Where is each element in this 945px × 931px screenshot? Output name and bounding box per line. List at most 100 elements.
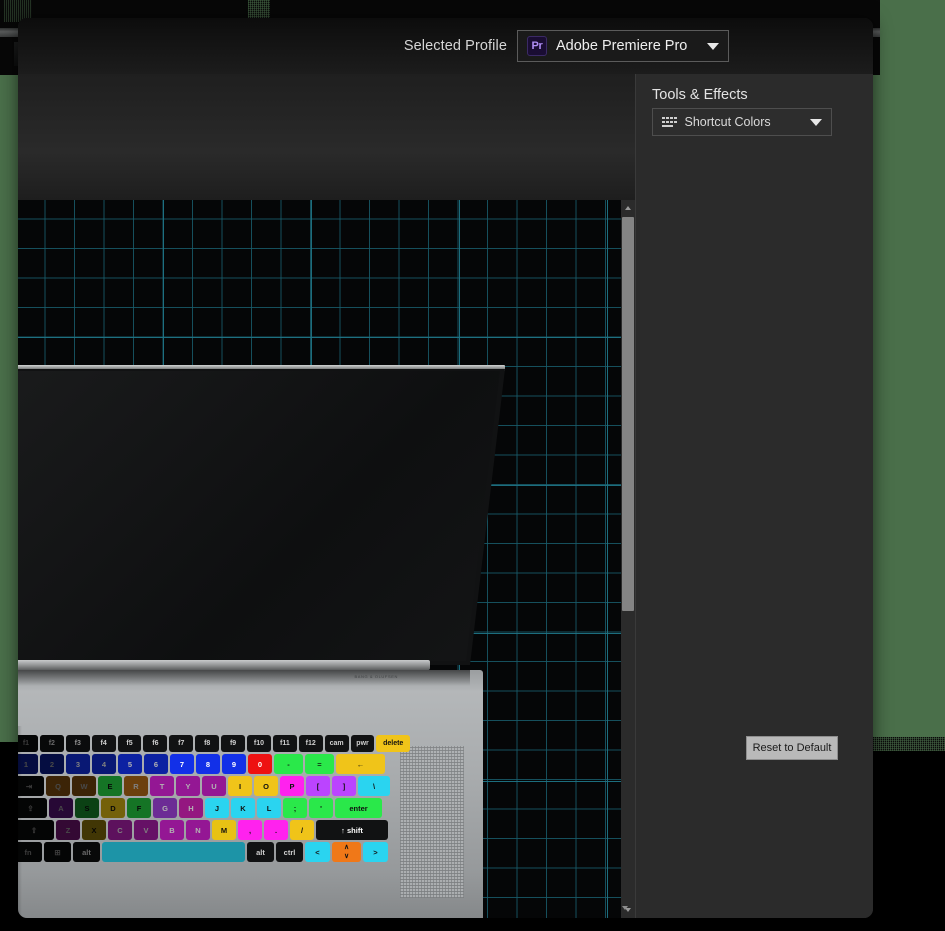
profile-selector-group: Selected Profile Pr Adobe Premiere Pro (404, 30, 729, 62)
canvas-vertical-scrollbar[interactable] (621, 200, 635, 918)
key-alt[interactable]: alt (247, 842, 274, 862)
key-5[interactable]: 5 (118, 754, 142, 774)
scroll-up-arrow-icon[interactable] (621, 200, 635, 216)
key-3[interactable]: 3 (66, 754, 90, 774)
key-pwr[interactable]: pwr (350, 735, 375, 752)
key-2[interactable]: 2 (40, 754, 64, 774)
key-7[interactable]: 7 (170, 754, 194, 774)
key-9[interactable]: 9 (222, 754, 246, 774)
key-a[interactable]: A (49, 798, 73, 818)
laptop-render: BANG & OLUFSEN f1f2f3f4f5f6f7f8f9f10f11f… (18, 256, 505, 918)
key-enter[interactable]: enter (335, 798, 382, 818)
key-z[interactable]: Z (56, 820, 80, 840)
key-space[interactable]: ⊞ (44, 842, 71, 862)
profile-dropdown-value: Adobe Premiere Pro (556, 38, 688, 54)
key-d[interactable]: D (101, 798, 125, 818)
key-delete[interactable]: delete (376, 735, 410, 752)
key-f8[interactable]: f8 (195, 735, 220, 752)
key-n[interactable]: N (186, 820, 210, 840)
key-l[interactable]: L (257, 798, 281, 818)
key-m[interactable]: M (212, 820, 236, 840)
key-ctrl[interactable]: ctrl (276, 842, 303, 862)
premiere-pro-icon: Pr (527, 36, 547, 56)
key-space[interactable]: \ (358, 776, 390, 796)
key-space[interactable]: / (290, 820, 314, 840)
keyboard-icon (662, 116, 677, 128)
reset-to-default-button[interactable]: Reset to Default (746, 736, 838, 760)
key-c[interactable]: C (108, 820, 132, 840)
key-space[interactable]: ' (309, 798, 333, 818)
key-6[interactable]: 6 (144, 754, 168, 774)
shortcut-colors-dropdown[interactable]: Shortcut Colors (652, 108, 832, 136)
key-space[interactable]: ← (336, 754, 385, 774)
key-t[interactable]: T (150, 776, 174, 796)
key-f1[interactable]: f1 (18, 735, 38, 752)
key-f12[interactable]: f12 (298, 735, 323, 752)
key-f2[interactable]: f2 (39, 735, 64, 752)
key-k[interactable]: K (231, 798, 255, 818)
keyboard-row-zxcv-row: ⇧ Z X C V B N M,. / ↑ shift (18, 820, 410, 840)
scrollbar-thumb[interactable] (622, 217, 634, 611)
horizontal-scroll-arrow-icon[interactable] (621, 904, 629, 914)
key-space[interactable] (102, 842, 245, 862)
key-space[interactable]: ; (283, 798, 307, 818)
key-w[interactable]: W (72, 776, 96, 796)
key-e[interactable]: E (98, 776, 122, 796)
key-space[interactable]: ∧ ∨ (332, 842, 361, 862)
key-alt[interactable]: alt (73, 842, 100, 862)
shortcut-colors-value: Shortcut Colors (684, 115, 771, 129)
key-f[interactable]: F (127, 798, 151, 818)
panel-bottom-strip (636, 902, 873, 918)
key-space[interactable]: . (264, 820, 288, 840)
key-j[interactable]: J (205, 798, 229, 818)
key-space[interactable]: ⇧ (18, 820, 54, 840)
key-4[interactable]: 4 (92, 754, 116, 774)
panel-title: Tools & Effects (652, 87, 748, 103)
key-o[interactable]: O (254, 776, 278, 796)
key-f10[interactable]: f10 (247, 735, 271, 752)
chevron-down-icon (810, 118, 822, 126)
key-v[interactable]: V (134, 820, 158, 840)
keyboard-row-home-row: ⇪ A S D F G H J K L; ' enter (18, 798, 410, 818)
key-f6[interactable]: f6 (143, 735, 168, 752)
key-space[interactable]: ] (332, 776, 356, 796)
key-g[interactable]: G (153, 798, 177, 818)
key-1[interactable]: 1 (18, 754, 38, 774)
key-space[interactable]: > (363, 842, 388, 862)
key-space[interactable]: - (274, 754, 303, 774)
key-space[interactable]: = (305, 754, 334, 774)
canvas-grid[interactable]: BANG & OLUFSEN f1f2f3f4f5f6f7f8f9f10f11f… (18, 200, 635, 918)
key-0[interactable]: 0 (248, 754, 272, 774)
key-p[interactable]: P (280, 776, 304, 796)
key-i[interactable]: I (228, 776, 252, 796)
key-shift[interactable]: ↑ shift (316, 820, 388, 840)
key-f4[interactable]: f4 (91, 735, 116, 752)
key-space[interactable]: , (238, 820, 262, 840)
key-u[interactable]: U (202, 776, 226, 796)
key-s[interactable]: S (75, 798, 99, 818)
key-f7[interactable]: f7 (169, 735, 194, 752)
key-space[interactable]: ⇪ (18, 798, 47, 818)
key-x[interactable]: X (82, 820, 106, 840)
key-f3[interactable]: f3 (65, 735, 90, 752)
key-f11[interactable]: f11 (272, 735, 297, 752)
selected-profile-label: Selected Profile (403, 38, 507, 54)
laptop-screen (18, 369, 505, 665)
key-space[interactable]: < (305, 842, 330, 862)
key-8[interactable]: 8 (196, 754, 220, 774)
keyboard-row-number-row: 1 2 3 4 5 6 7 8 9 0- = ← (18, 754, 410, 774)
key-label: ∧ (343, 844, 350, 851)
key-fn[interactable]: fn (18, 842, 42, 862)
key-q[interactable]: Q (46, 776, 70, 796)
key-space[interactable]: ⇥ (18, 776, 44, 796)
keyboard[interactable]: f1 f2 f3 f4 f5 f6 f7 f8 f9 f10 f11 f12 cam pwr delete 1… (18, 735, 410, 864)
key-f5[interactable]: f5 (117, 735, 142, 752)
profile-dropdown[interactable]: Pr Adobe Premiere Pro (517, 30, 729, 62)
key-space[interactable]: [ (306, 776, 330, 796)
key-h[interactable]: H (179, 798, 203, 818)
key-y[interactable]: Y (176, 776, 200, 796)
key-cam[interactable]: cam (324, 735, 349, 752)
key-f9[interactable]: f9 (221, 735, 246, 752)
key-b[interactable]: B (160, 820, 184, 840)
key-r[interactable]: R (124, 776, 148, 796)
